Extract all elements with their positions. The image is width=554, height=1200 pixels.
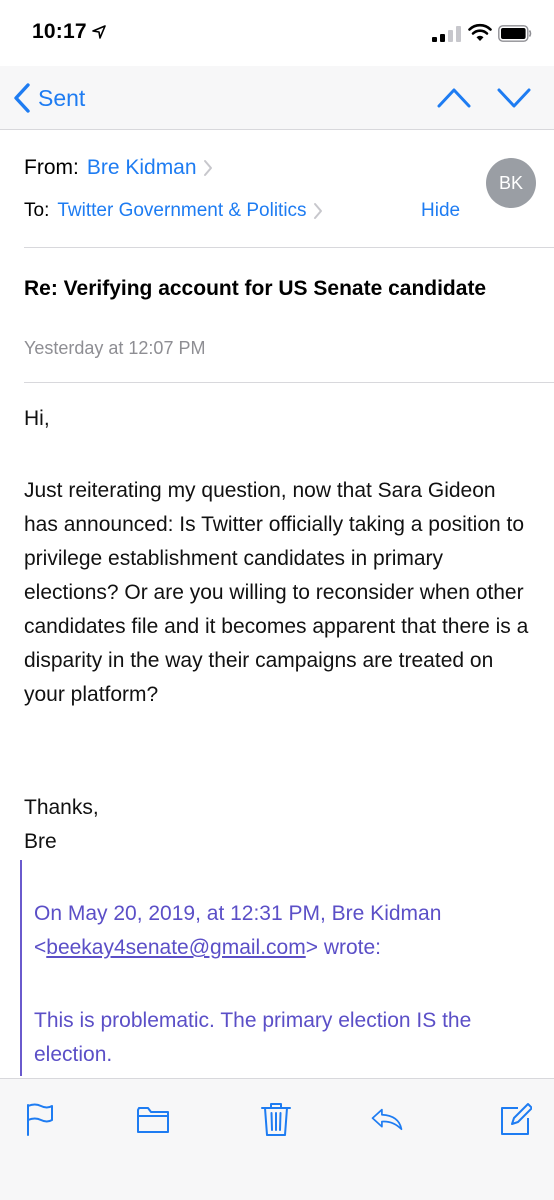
quote-bar — [20, 860, 22, 1076]
recipient-name-link[interactable]: Twitter Government & Politics — [57, 200, 306, 222]
hide-details-link[interactable]: Hide — [421, 200, 460, 222]
avatar-initials: BK — [498, 172, 523, 193]
reply-icon[interactable] — [370, 1101, 404, 1137]
email-link[interactable]: beekay4senate@gmail.com — [46, 936, 305, 959]
divider — [24, 382, 554, 383]
cellular-signal-icon — [432, 26, 461, 42]
divider — [24, 247, 554, 248]
bottom-toolbar — [0, 1078, 554, 1200]
navigation-bar: Sent — [0, 66, 554, 130]
chevron-right-icon — [203, 160, 212, 176]
back-label: Sent — [38, 84, 86, 111]
to-label: To: — [24, 200, 50, 221]
from-label: From: — [24, 156, 79, 179]
body-signature: Bre — [24, 830, 57, 853]
body-paragraph: Just reiterating my question, now that S… — [24, 479, 529, 706]
to-row: To: Twitter Government & Politics — [24, 200, 323, 222]
chevron-right-icon — [313, 203, 322, 219]
quote-email-line: <beekay4senate@gmail.com> wrote: — [34, 931, 539, 965]
from-row: From: Bre Kidman — [24, 156, 213, 180]
quote-email-close: > wrote: — [305, 936, 382, 959]
flag-icon[interactable] — [22, 1101, 56, 1137]
message-subject: Re: Verifying account for US Senate cand… — [24, 277, 487, 300]
quote-attribution: On May 20, 2019, at 12:31 PM, Bre Kidman — [34, 902, 442, 925]
battery-icon — [498, 25, 532, 42]
message-date: Yesterday at 12:07 PM — [24, 338, 206, 358]
chevron-down-icon[interactable] — [496, 84, 532, 112]
chevron-up-icon[interactable] — [436, 84, 472, 112]
status-time: 10:17 — [32, 20, 87, 43]
back-button[interactable]: Sent — [12, 80, 85, 116]
quote-email-open: < — [34, 936, 47, 959]
quote-text: This is problematic. The primary electio… — [34, 1009, 472, 1066]
wifi-icon — [468, 23, 492, 41]
sender-name-link[interactable]: Bre Kidman — [87, 156, 197, 180]
location-arrow-icon — [92, 25, 106, 39]
body-greeting: Hi, — [24, 407, 50, 430]
compose-icon[interactable] — [498, 1101, 532, 1137]
status-bar: 10:17 — [0, 0, 554, 66]
folder-icon[interactable] — [136, 1101, 170, 1137]
trash-icon[interactable] — [259, 1101, 293, 1137]
avatar[interactable]: BK — [486, 158, 536, 208]
chevron-left-icon — [14, 83, 30, 113]
body-thanks: Thanks, — [24, 796, 99, 819]
